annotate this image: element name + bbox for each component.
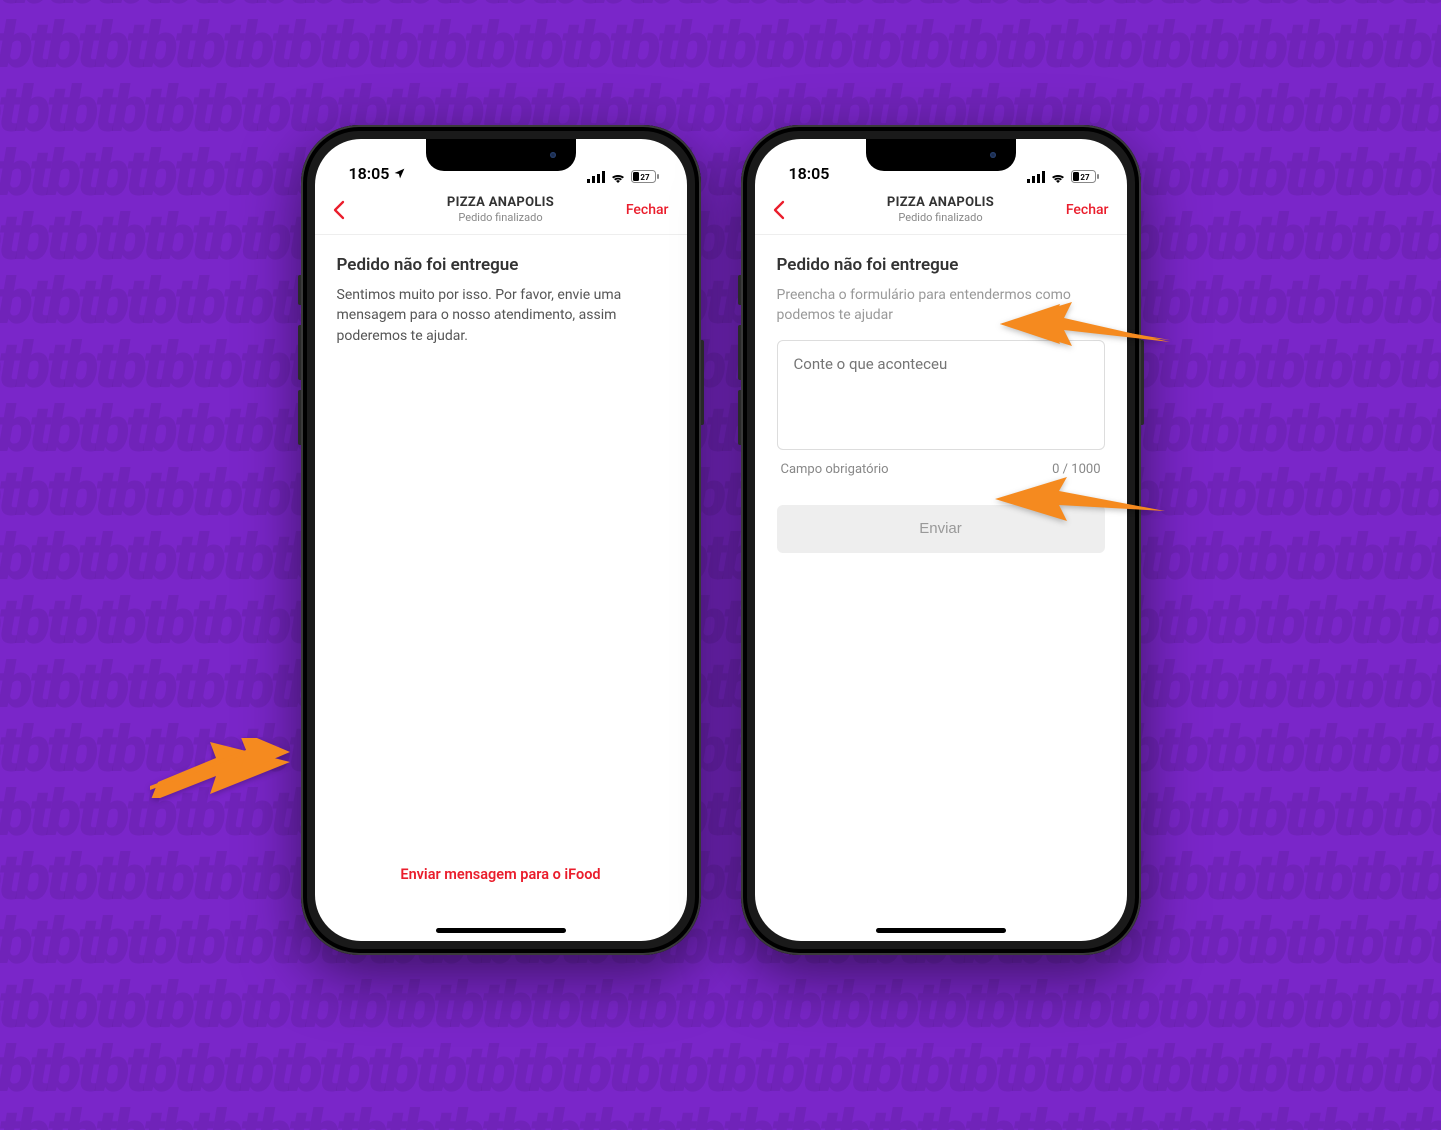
screen1-body: Sentimos muito por isso. Por favor, envi… bbox=[337, 285, 665, 346]
annotation-arrow-icon bbox=[1000, 300, 1170, 360]
status-time: 18:05 bbox=[349, 164, 390, 183]
screen2-heading: Pedido não foi entregue bbox=[777, 255, 1105, 275]
annotation-arrow-icon bbox=[995, 475, 1165, 530]
close-button[interactable]: Fechar bbox=[626, 202, 669, 218]
device-notch bbox=[866, 139, 1016, 171]
cellular-icon bbox=[587, 171, 605, 183]
wifi-icon bbox=[1050, 171, 1066, 183]
battery-icon: 27 bbox=[631, 170, 659, 183]
device-notch bbox=[426, 139, 576, 171]
required-label: Campo obrigatório bbox=[781, 462, 889, 477]
navbar: PIZZA ANAPOLIS Pedido finalizado Fechar bbox=[755, 185, 1127, 235]
send-message-link[interactable]: Enviar mensagem para o iFood bbox=[337, 866, 665, 883]
phone-mockup-2: 18:05 27 bbox=[741, 125, 1141, 955]
cellular-icon bbox=[1027, 171, 1045, 183]
home-indicator[interactable] bbox=[876, 928, 1006, 933]
phone-mockup-1: 18:05 27 bbox=[301, 125, 701, 955]
close-button[interactable]: Fechar bbox=[1066, 202, 1109, 218]
svg-text:27: 27 bbox=[1080, 173, 1090, 182]
location-icon bbox=[393, 167, 406, 180]
stage: 18:05 27 bbox=[0, 0, 1441, 1080]
annotation-arrow-icon bbox=[150, 738, 290, 798]
screen1-heading: Pedido não foi entregue bbox=[337, 255, 665, 275]
back-button[interactable] bbox=[333, 200, 355, 220]
wifi-icon bbox=[610, 171, 626, 183]
battery-icon: 27 bbox=[1071, 170, 1099, 183]
svg-text:27: 27 bbox=[640, 173, 650, 182]
back-button[interactable] bbox=[773, 200, 795, 220]
navbar: PIZZA ANAPOLIS Pedido finalizado Fechar bbox=[315, 185, 687, 235]
screen1-content: Pedido não foi entregue Sentimos muito p… bbox=[315, 235, 687, 941]
status-time: 18:05 bbox=[789, 164, 830, 183]
home-indicator[interactable] bbox=[436, 928, 566, 933]
